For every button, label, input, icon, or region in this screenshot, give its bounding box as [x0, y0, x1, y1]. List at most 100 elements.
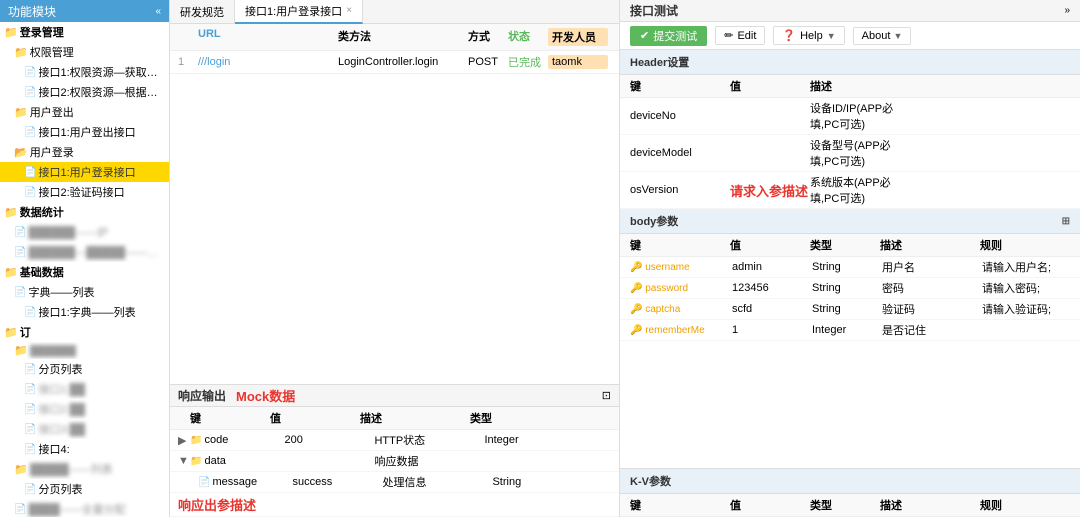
expand-icon-data[interactable]: ▼: [178, 455, 190, 467]
body-val-rememberme: 1: [732, 324, 812, 336]
body-row-username[interactable]: 🔑 username admin String 用户名 请输入用户名;: [620, 257, 1080, 278]
kv-section-title: K-V参数: [620, 469, 1080, 494]
sidebar-item-base-data[interactable]: 📁基础数据: [0, 262, 169, 282]
body-val-captcha: scfd: [732, 303, 812, 315]
table-row[interactable]: 1 ///login LoginController.login POST 已完…: [170, 51, 619, 74]
sidebar-collapse-icon[interactable]: «: [155, 6, 161, 17]
body-col-rule: 规则: [980, 237, 1070, 253]
col-dev-header: 开发人员: [548, 28, 608, 46]
test-button-label: 提交测试: [653, 28, 697, 44]
sidebar-item-label: 接口2:验证码接口: [38, 184, 124, 200]
sidebar-item-api-user-login[interactable]: 📄接口1:用户登录接口: [0, 162, 169, 182]
response-table-header: 键 值 描述 类型: [170, 407, 619, 430]
mock-badge: Mock数据: [236, 386, 295, 405]
body-table-header: 键 值 类型 描述 规则: [620, 234, 1080, 257]
param-icon-captcha: 🔑 captcha: [630, 304, 730, 315]
tab-research[interactable]: 研发规范: [170, 0, 235, 24]
folder-icon: 📁: [4, 326, 18, 339]
sidebar-item-label: 接口1:用户登出接口: [38, 124, 135, 140]
response-expand-icon[interactable]: ⊡: [602, 389, 611, 402]
sidebar-item-api-ding4[interactable]: 📄接口4:: [0, 439, 169, 459]
request-annotation: 请求入参描述: [730, 184, 808, 199]
header-section-title: Header设置: [620, 50, 1080, 75]
body-section-label: body参数: [630, 213, 678, 229]
sidebar-item-api2-quanxian2[interactable]: 📄接口2:权限资源—根据菜单ID,获...: [0, 82, 169, 102]
sidebar-item-denglu-mgmt[interactable]: 📁登录管理: [0, 22, 169, 42]
folder-icon: 📁: [4, 266, 18, 279]
sidebar-item-page-list2[interactable]: 📄分页列表: [0, 479, 169, 499]
sidebar-item-api-ding2[interactable]: 📄接口2:██: [0, 399, 169, 419]
row-method: LoginController.login: [338, 56, 468, 68]
test-button[interactable]: ✔ 提交测试: [630, 26, 707, 46]
body-row-password[interactable]: 🔑 password 123456 String 密码 请输入密码;: [620, 278, 1080, 299]
sidebar-item-api-ding3[interactable]: 📄接口3:██: [0, 419, 169, 439]
resp-col-desc-header: 描述: [360, 410, 470, 426]
sidebar-item-label: 订: [20, 324, 31, 340]
kv-table-header: 键 值 类型 描述 规则: [620, 494, 1080, 517]
body-desc-rememberme: 是否记住: [882, 322, 982, 338]
resp-desc-data: 响应数据: [374, 453, 484, 469]
right-panel-header: 接口测试 »: [620, 0, 1080, 22]
header-val-osversion: 请求入参描述: [730, 181, 810, 200]
file-icon: 📄: [24, 444, 36, 455]
sidebar-item-api-dict-list[interactable]: 📄接口1:字典——列表: [0, 302, 169, 322]
sidebar-item-api-user-logout[interactable]: 📄接口1:用户登出接口: [0, 122, 169, 142]
sidebar-item-quanxian-mgmt[interactable]: 📁权限管理: [0, 42, 169, 62]
expand-icon[interactable]: ▶: [178, 434, 190, 447]
edit-button[interactable]: ✏ Edit: [715, 26, 765, 45]
sidebar-item-label: 用户登出: [30, 104, 74, 120]
about-button[interactable]: About ▼: [853, 27, 912, 45]
sidebar-item-ding1[interactable]: 📁██████: [0, 342, 169, 359]
sidebar-item-user-login[interactable]: 📂用户登录: [0, 142, 169, 162]
sidebar-item-label: 基础数据: [20, 264, 64, 280]
sidebar-item-page-list1[interactable]: 📄分页列表: [0, 359, 169, 379]
right-panel-collapse-icon[interactable]: »: [1064, 5, 1070, 16]
tab-close-icon[interactable]: ×: [346, 5, 352, 16]
sidebar-item-label: ████——全量分配: [28, 501, 125, 517]
resp-col-val-header: 值: [270, 410, 360, 426]
file-icon: 📄: [24, 187, 36, 198]
sidebar-item-dict-list[interactable]: 📄字典——列表: [0, 282, 169, 302]
help-button[interactable]: ❓ Help ▼: [773, 26, 844, 45]
about-chevron-icon: ▼: [893, 31, 902, 41]
header-row-osversion[interactable]: osVersion 请求入参描述 系统版本(APP必填,PC可选): [620, 172, 1080, 209]
body-type-username: String: [812, 261, 882, 273]
resp-row-data[interactable]: ▼ 📁 data 响应数据: [170, 451, 619, 472]
sidebar-item-api-captcha[interactable]: 📄接口2:验证码接口: [0, 182, 169, 202]
resp-row-message[interactable]: 📄 message success 处理信息 String: [170, 472, 619, 493]
folder-icon: 📁: [14, 46, 28, 59]
kv-section: K-V参数 键 值 类型 描述 规则: [620, 468, 1080, 517]
resp-key-data: data: [204, 455, 284, 467]
sidebar-item-label: 接口1:权限资源—获取菜单资源: [38, 64, 165, 80]
sidebar-item-stat1[interactable]: 📄██████——炉: [0, 222, 169, 242]
sidebar-item-label: 分页列表: [38, 361, 82, 377]
sidebar-item-user-logout[interactable]: 📁用户登出: [0, 102, 169, 122]
sidebar-item-ding3[interactable]: 📄████——全量分配: [0, 499, 169, 517]
resp-key-code: code: [204, 434, 284, 446]
body-row-rememberme[interactable]: 🔑 rememberMe 1 Integer 是否记住: [620, 320, 1080, 341]
resp-row-code[interactable]: ▶ 📁 code 200 HTTP状态 Integer: [170, 430, 619, 451]
sidebar-item-label: 接口1:██: [38, 381, 85, 397]
body-col-type: 类型: [810, 237, 880, 253]
kv-col-val: 值: [730, 497, 810, 513]
header-col-desc: 描述: [810, 78, 910, 94]
header-row-devicemodel[interactable]: deviceModel 设备型号(APP必填,PC可选): [620, 135, 1080, 172]
response-header: 响应输出 Mock数据 ⊡: [170, 385, 619, 407]
body-row-captcha[interactable]: 🔑 captcha scfd String 验证码 请输入验证码;: [620, 299, 1080, 320]
sidebar-item-label: 字典——列表: [28, 284, 94, 300]
sidebar-item-api-ding1[interactable]: 📄接口1:██: [0, 379, 169, 399]
sidebar-item-api1-quanxian1[interactable]: 📄接口1:权限资源—获取菜单资源: [0, 62, 169, 82]
sidebar-item-ding[interactable]: 📁订: [0, 322, 169, 342]
tab-current[interactable]: 接口1:用户登录接口 ×: [235, 0, 363, 24]
sidebar-item-label: 接口3:██: [38, 421, 85, 437]
header-desc-osversion: 系统版本(APP必填,PC可选): [810, 174, 910, 206]
body-rule-username: 请输入用户名;: [982, 259, 1070, 275]
folder-icon: 📁: [14, 106, 28, 119]
header-section-label: Header设置: [630, 54, 689, 70]
sidebar-item-ding2[interactable]: 📁█████——列表: [0, 459, 169, 479]
body-expand-icon[interactable]: ⊞: [1062, 216, 1070, 227]
header-row-deviceno[interactable]: deviceNo 设备ID/IP(APP必填,PC可选): [620, 98, 1080, 135]
sidebar-item-data-stat[interactable]: 📁数据统计: [0, 202, 169, 222]
api-list-panel: URL 类方法 方式 状态 开发人员 1 ///login LoginContr…: [170, 24, 619, 517]
sidebar-item-stat2[interactable]: 📄██████—█████——寄出: [0, 242, 169, 262]
